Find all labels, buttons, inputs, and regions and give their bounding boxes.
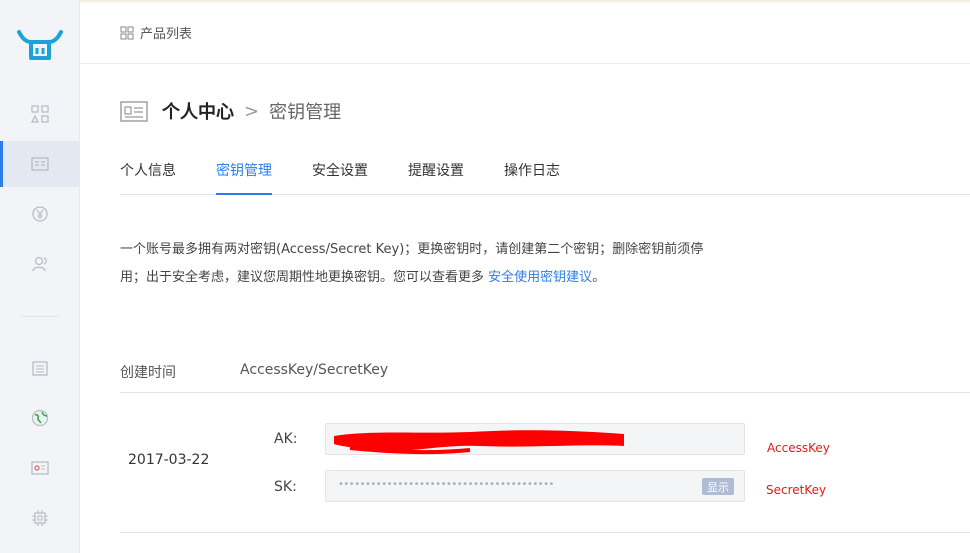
sidebar-item-storage[interactable]: [0, 345, 80, 391]
secret-key-annotation: SecretKey: [766, 483, 827, 497]
storage-icon: [32, 361, 48, 376]
tab-personal-info[interactable]: 个人信息: [120, 160, 176, 195]
description-text: 用；出于安全考虑，建议您周期性地更换密钥。您可以查看更多: [120, 270, 489, 285]
description-line-1: 一个账号最多拥有两对密钥(Access/Secret Key)；更换密钥时，请创…: [120, 242, 704, 257]
certificate-icon: [31, 461, 49, 475]
tab-operation-log[interactable]: 操作日志: [504, 160, 560, 195]
table-row-divider: [120, 532, 970, 533]
tab-key-management[interactable]: 密钥管理: [216, 160, 272, 195]
description-period: 。: [592, 270, 606, 285]
logo-icon[interactable]: [17, 28, 63, 64]
page-title: 个人中心 > 密钥管理: [120, 96, 341, 126]
access-key-annotation: AccessKey: [767, 441, 830, 455]
ak-label: AK:: [274, 431, 298, 447]
product-list-link[interactable]: 产品列表: [140, 23, 192, 42]
id-card-icon: [31, 157, 49, 171]
sidebar-item-billing[interactable]: [0, 191, 80, 237]
sidebar-item-products[interactable]: [0, 91, 80, 137]
secret-key-field[interactable]: ••••••••••••••••••••••••••••••••••••••••…: [325, 470, 745, 502]
page-title-sub: 密钥管理: [269, 102, 342, 123]
sidebar: [0, 0, 80, 553]
key-policy-description: 一个账号最多拥有两对密钥(Access/Secret Key)；更换密钥时，请创…: [120, 236, 750, 292]
yen-coin-icon: [32, 206, 48, 222]
show-secret-key-button[interactable]: 显示: [702, 478, 734, 495]
grid-icon: [120, 26, 134, 39]
key-security-advice-link[interactable]: 安全使用密钥建议: [488, 270, 592, 285]
breadcrumb-separator: >: [244, 100, 260, 122]
tab-reminder-settings[interactable]: 提醒设置: [408, 160, 464, 195]
sidebar-item-profile[interactable]: [0, 141, 80, 187]
grid-icon: [30, 105, 49, 123]
page-title-main[interactable]: 个人中心: [162, 98, 234, 124]
chip-icon: [32, 510, 48, 526]
users-icon: [32, 256, 47, 272]
table-header: 创建时间 AccessKey/SecretKey: [120, 350, 970, 393]
created-date: 2017-03-22: [128, 452, 210, 468]
sidebar-item-certificate[interactable]: [0, 445, 80, 491]
top-header: 产品列表: [80, 2, 970, 64]
tab-security-settings[interactable]: 安全设置: [312, 160, 368, 195]
globe-icon: [31, 409, 49, 427]
description-line-2: 用；出于安全考虑，建议您周期性地更换密钥。您可以查看更多 安全使用密钥建议。: [120, 264, 750, 292]
column-keys: AccessKey/SecretKey: [240, 362, 389, 378]
tab-bar: 个人信息 密钥管理 安全设置 提醒设置 操作日志: [120, 150, 970, 195]
sidebar-item-users[interactable]: [0, 241, 80, 287]
sidebar-item-cdn[interactable]: [0, 395, 80, 441]
secret-key-masked: ••••••••••••••••••••••••••••••••••••••••: [338, 479, 554, 490]
sk-label: SK:: [274, 479, 297, 495]
id-card-icon: [120, 101, 148, 122]
redaction-scribble: [334, 430, 624, 455]
sidebar-divider: [22, 316, 58, 317]
sidebar-item-compute[interactable]: [0, 495, 80, 541]
column-created-time: 创建时间: [120, 365, 176, 381]
